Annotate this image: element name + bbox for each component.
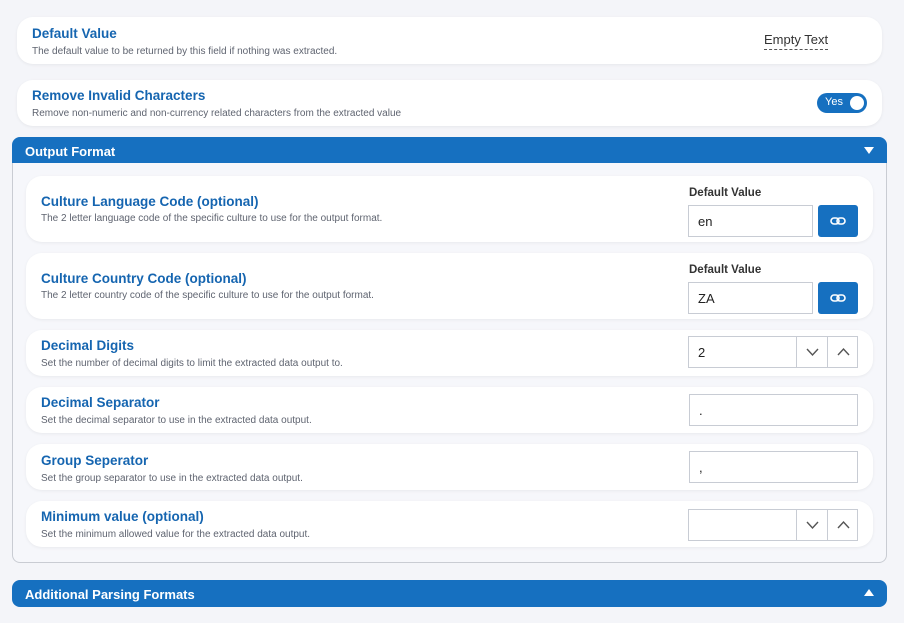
culture-country-input-label: Default Value xyxy=(689,264,762,276)
decimal-digits-decrement[interactable] xyxy=(796,337,827,367)
group-separator-input[interactable] xyxy=(689,451,858,483)
link-icon xyxy=(830,294,846,302)
culture-country-card: Culture Country Code (optional) The 2 le… xyxy=(26,253,873,319)
chevron-up-icon xyxy=(837,347,850,356)
culture-language-title: Culture Language Code (optional) xyxy=(41,194,259,209)
decimal-separator-description: Set the decimal separator to use in the … xyxy=(41,415,312,426)
decimal-digits-value: 2 xyxy=(698,345,706,360)
chevron-down-icon xyxy=(806,521,819,530)
culture-language-description: The 2 letter language code of the specif… xyxy=(41,213,383,224)
decimal-separator-input[interactable] xyxy=(689,394,858,426)
additional-parsing-header[interactable]: Additional Parsing Formats xyxy=(12,580,887,607)
culture-country-title: Culture Country Code (optional) xyxy=(41,271,247,286)
default-value-title: Default Value xyxy=(32,26,117,41)
output-format-title: Output Format xyxy=(25,144,116,159)
minimum-value-card: Minimum value (optional) Set the minimum… xyxy=(26,501,873,547)
decimal-digits-card: Decimal Digits Set the number of decimal… xyxy=(26,330,873,376)
culture-country-description: The 2 letter country code of the specifi… xyxy=(41,290,374,301)
minimum-value-title: Minimum value (optional) xyxy=(41,509,204,524)
group-separator-card: Group Seperator Set the group separator … xyxy=(26,444,873,490)
remove-invalid-card: Remove Invalid Characters Remove non-num… xyxy=(17,80,882,126)
default-value-description: The default value to be returned by this… xyxy=(32,46,338,57)
minimum-value-increment[interactable] xyxy=(827,510,858,540)
remove-invalid-toggle[interactable]: Yes xyxy=(817,93,867,113)
decimal-digits-title: Decimal Digits xyxy=(41,338,135,353)
group-separator-description: Set the group separator to use in the ex… xyxy=(41,473,303,484)
additional-parsing-title: Additional Parsing Formats xyxy=(25,587,195,602)
culture-language-link-button[interactable] xyxy=(818,205,858,237)
decimal-separator-title: Decimal Separator xyxy=(41,395,160,410)
output-format-header[interactable]: Output Format xyxy=(12,137,887,164)
decimal-digits-stepper[interactable]: 2 xyxy=(688,336,858,368)
caret-up-icon xyxy=(864,589,874,596)
decimal-digits-increment[interactable] xyxy=(827,337,858,367)
minimum-value-decrement[interactable] xyxy=(796,510,827,540)
culture-language-input[interactable] xyxy=(688,205,813,237)
chevron-up-icon xyxy=(837,520,850,529)
caret-down-icon xyxy=(864,147,874,154)
minimum-value-stepper[interactable] xyxy=(688,509,858,541)
default-value-card: Default Value The default value to be re… xyxy=(17,17,882,64)
decimal-digits-description: Set the number of decimal digits to limi… xyxy=(41,358,343,369)
toggle-label: Yes xyxy=(825,96,843,108)
default-value-editable[interactable]: Empty Text xyxy=(764,32,829,50)
chevron-down-icon xyxy=(806,348,819,357)
toggle-knob xyxy=(850,96,864,110)
group-separator-title: Group Seperator xyxy=(41,453,149,468)
link-icon xyxy=(830,217,846,225)
output-format-panel: Culture Language Code (optional) The 2 l… xyxy=(12,163,887,563)
minimum-value-description: Set the minimum allowed value for the ex… xyxy=(41,529,311,540)
culture-language-input-label: Default Value xyxy=(689,187,762,199)
remove-invalid-description: Remove non-numeric and non-currency rela… xyxy=(32,108,402,119)
culture-country-link-button[interactable] xyxy=(818,282,858,314)
remove-invalid-title: Remove Invalid Characters xyxy=(32,88,206,103)
culture-country-input[interactable] xyxy=(688,282,813,314)
culture-language-card: Culture Language Code (optional) The 2 l… xyxy=(26,176,873,242)
decimal-separator-card: Decimal Separator Set the decimal separa… xyxy=(26,387,873,433)
